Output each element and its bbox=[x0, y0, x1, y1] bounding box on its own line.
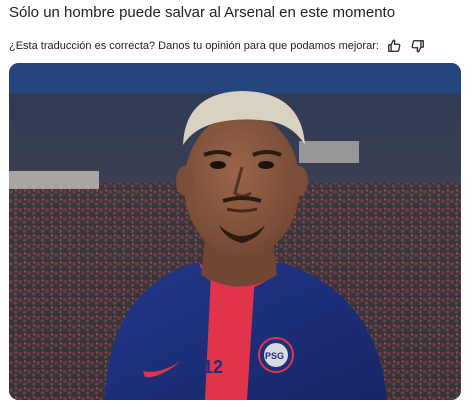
psg-crest: PSG bbox=[258, 337, 294, 373]
stadium-lights-right bbox=[299, 141, 359, 163]
crest-monogram: PSG bbox=[265, 351, 284, 361]
thumbs-up-button[interactable] bbox=[385, 37, 403, 55]
stadium-roof-banner bbox=[9, 63, 461, 93]
left-eye bbox=[210, 161, 226, 169]
thumbs-up-icon bbox=[388, 39, 401, 52]
translation-feedback-bar: ¿Esta traducción es correcta? Danos tu o… bbox=[9, 37, 427, 55]
article-photo[interactable]: 12 PSG bbox=[9, 63, 461, 400]
head bbox=[184, 113, 300, 257]
jersey-number: 12 bbox=[203, 357, 223, 377]
stadium-lights-left bbox=[9, 171, 99, 189]
thumbs-down-icon bbox=[411, 40, 424, 53]
right-eye bbox=[258, 161, 274, 169]
thumbs-down-button[interactable] bbox=[409, 37, 427, 55]
feedback-prompt: ¿Esta traducción es correcta? Danos tu o… bbox=[9, 40, 379, 52]
jersey-red-stripe bbox=[205, 273, 255, 400]
right-ear bbox=[290, 166, 308, 196]
article-title: Sólo un hombre puede salvar al Arsenal e… bbox=[9, 4, 396, 21]
left-ear bbox=[176, 166, 194, 196]
player-photo-illustration: 12 PSG bbox=[9, 63, 461, 400]
